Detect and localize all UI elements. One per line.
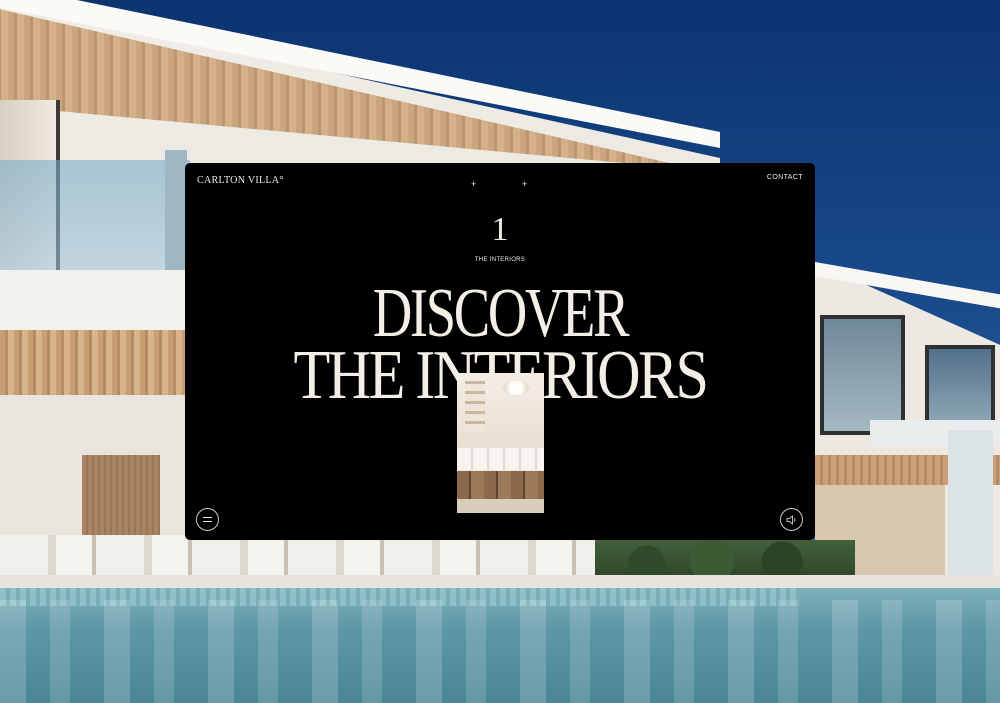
menu-icon [203, 517, 212, 522]
contact-link[interactable]: CONTACT [767, 174, 803, 181]
wood-soffit-lower [0, 330, 190, 400]
chapter-number: 1 [491, 211, 509, 248]
site-logo[interactable]: CARLTON VILLA° [197, 175, 284, 186]
villa-window [925, 345, 995, 430]
wooden-door [82, 455, 160, 545]
preview-floor [457, 499, 544, 513]
preview-chandelier [502, 381, 530, 395]
glass-balustrade [0, 160, 190, 285]
ornament-plus-right: + [522, 179, 528, 189]
speaker-icon [786, 515, 796, 525]
hero-panel: CARLTON VILLA° CONTACT + 1 + THE INTERIO… [185, 163, 815, 540]
shrubs [595, 540, 855, 580]
villa-window [820, 315, 905, 435]
chapter-indicator: 1 [185, 211, 815, 249]
ornament-plus-left: + [471, 179, 477, 189]
pool-reflection [0, 600, 1000, 703]
interior-preview-image[interactable] [457, 373, 544, 513]
villa-window [165, 150, 187, 290]
chapter-label: THE INTERIORS [474, 257, 526, 263]
preview-sofa [457, 448, 544, 470]
preview-shelving [465, 381, 485, 431]
menu-button[interactable] [196, 508, 219, 531]
preview-console [457, 471, 544, 499]
headline-line-1: DISCOVER [372, 275, 630, 352]
sound-toggle-button[interactable] [780, 508, 803, 531]
